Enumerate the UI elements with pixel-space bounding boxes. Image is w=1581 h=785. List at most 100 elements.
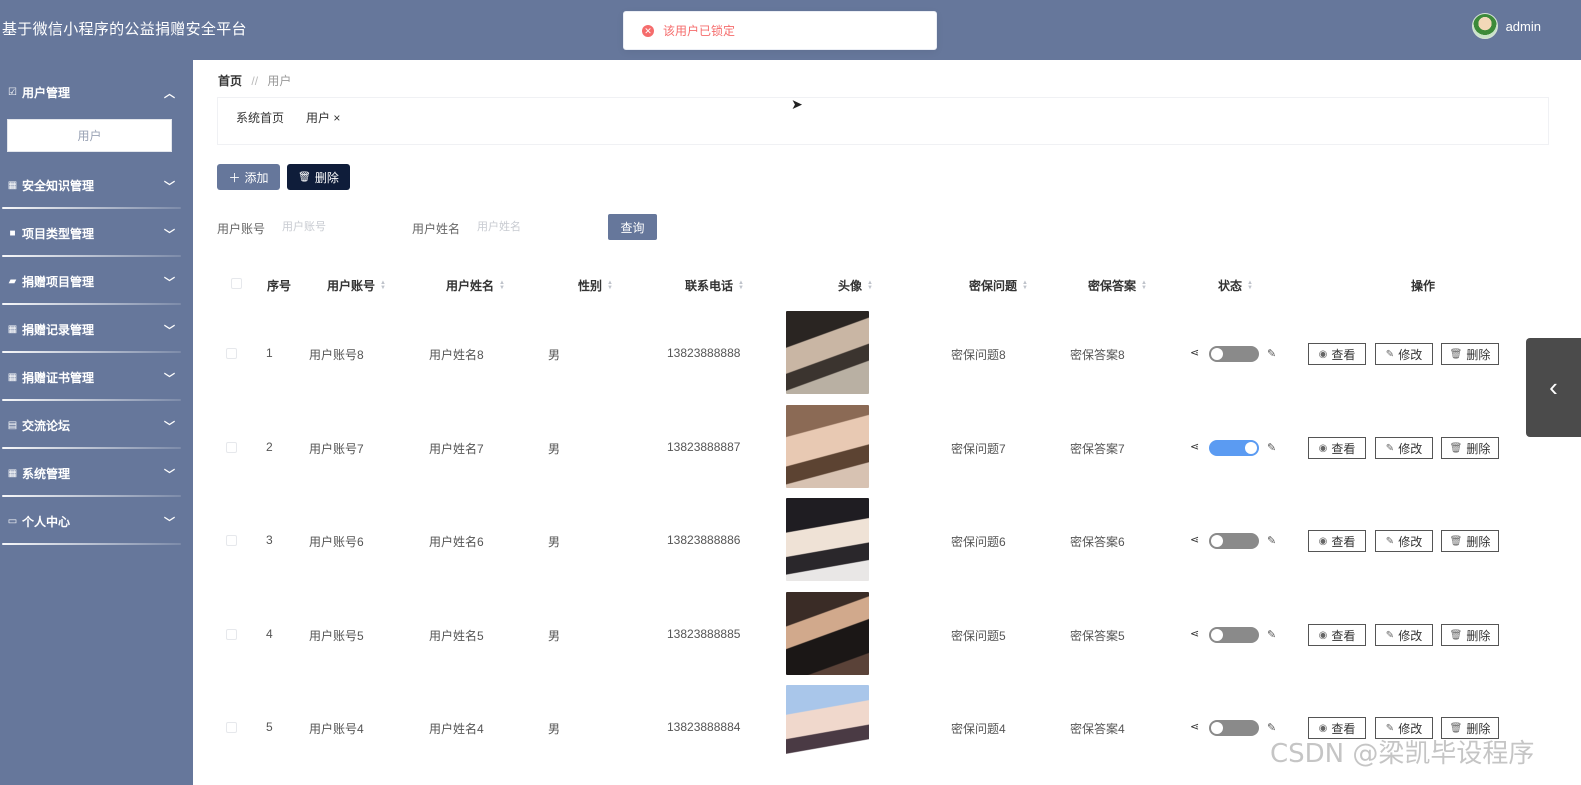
sidebar-item-user-management[interactable]: ☑ 用户管理 ︿ — [0, 68, 193, 116]
delete-button[interactable]: 🗑 删除 — [1441, 437, 1499, 459]
toggle-knob — [1211, 629, 1223, 641]
delete-button[interactable]: 🗑 删除 — [1441, 343, 1499, 365]
sidebar-item-system[interactable]: ▦ 系统管理 ﹀ — [0, 449, 193, 497]
header-label: 头像 — [838, 279, 863, 293]
row-account: 用户账号4 — [309, 722, 364, 736]
view-button-label: 查看 — [1331, 347, 1356, 362]
edit-icon: ✎ — [1385, 722, 1395, 734]
status-toggle[interactable] — [1209, 533, 1259, 549]
select-all-checkbox[interactable] — [231, 278, 242, 289]
row-gender: 男 — [548, 722, 561, 736]
breadcrumb-home[interactable]: 首页 — [218, 74, 242, 88]
sort-icon[interactable]: ▲ ▼ — [1247, 280, 1253, 291]
edit-button[interactable]: ✎ 修改 — [1375, 343, 1433, 365]
header-label: 用户账号 — [327, 279, 376, 293]
row-answer: 密保答案6 — [1070, 535, 1125, 549]
status-toggle[interactable] — [1209, 346, 1259, 362]
view-button[interactable]: ◉ 查看 — [1308, 343, 1366, 365]
sort-icon[interactable]: ▲ ▼ — [738, 280, 744, 291]
row-checkbox[interactable] — [226, 442, 237, 453]
delete-button-label: 删除 — [314, 170, 339, 185]
delete-button[interactable]: 🗑 删除 — [1441, 530, 1499, 552]
eye-icon: ◉ — [1318, 442, 1328, 454]
edit-icon: ✎ — [1385, 629, 1395, 641]
query-button[interactable]: 查询 — [608, 214, 657, 240]
sidebar-item-donation-project[interactable]: ▰ 捐赠项目管理 ﹀ — [0, 257, 193, 305]
row-checkbox[interactable] — [226, 629, 237, 640]
sort-icon[interactable]: ▲ ▼ — [380, 280, 386, 291]
chevron-down-icon: ﹀ — [164, 181, 175, 193]
avatar[interactable] — [1471, 13, 1498, 39]
row-avatar-image[interactable] — [786, 498, 869, 581]
header-account[interactable]: 用户账号 ▲ ▼ — [327, 277, 386, 294]
batch-delete-button[interactable]: 🗑 删除 — [287, 164, 350, 190]
tag-home[interactable]: 系统首页 — [236, 109, 284, 126]
sidebar-item-forum[interactable]: ▤ 交流论坛 ﹀ — [0, 401, 193, 449]
sort-icon[interactable]: ▲ ▼ — [1141, 280, 1147, 291]
account-search-input[interactable] — [282, 213, 402, 241]
header-status[interactable]: 状态 ▲ ▼ — [1218, 277, 1253, 294]
chevron-down-icon: ﹀ — [164, 373, 175, 385]
sort-icon[interactable]: ▲ ▼ — [1022, 280, 1028, 291]
name-search-input[interactable] — [477, 213, 597, 241]
header-label: 密保答案 — [1088, 279, 1137, 293]
row-account: 用户账号8 — [309, 348, 364, 362]
chevron-down-icon: ﹀ — [164, 469, 175, 481]
sidebar-item-safety-knowledge[interactable]: ▦ 安全知识管理 ﹀ — [0, 161, 193, 209]
row-avatar-image[interactable] — [786, 311, 869, 394]
row-checkbox[interactable] — [226, 348, 237, 359]
row-checkbox[interactable] — [226, 722, 237, 733]
sidebar-subitem-user[interactable]: 用户 — [7, 119, 172, 152]
header-gender[interactable]: 性别 ▲ ▼ — [578, 277, 613, 294]
sort-icon[interactable]: ▲ ▼ — [499, 280, 505, 291]
sidebar-item-personal-center[interactable]: ▭ 个人中心 ﹀ — [0, 497, 193, 545]
edit-button-label: 修改 — [1398, 534, 1423, 549]
add-button-label: 添加 — [244, 170, 269, 185]
row-avatar-image[interactable] — [786, 405, 869, 488]
status-toggle[interactable] — [1209, 627, 1259, 643]
share-icon: ⋖ — [1190, 721, 1200, 733]
user-menu[interactable]: admin — [1471, 13, 1541, 39]
header-label: 性别 — [578, 279, 603, 293]
grid-icon: ▦ — [7, 179, 18, 191]
sidebar-item-donation-certificate[interactable]: ▦ 捐赠证书管理 ﹀ — [0, 353, 193, 401]
row-gender: 男 — [548, 535, 561, 549]
row-name: 用户姓名8 — [429, 348, 484, 362]
header-avatar[interactable]: 头像 ▲ ▼ — [838, 277, 873, 294]
row-answer: 密保答案5 — [1070, 629, 1125, 643]
edit-button[interactable]: ✎ 修改 — [1375, 624, 1433, 646]
edit-button[interactable]: ✎ 修改 — [1375, 437, 1433, 459]
row-avatar-image[interactable] — [786, 685, 869, 768]
status-toggle[interactable] — [1209, 440, 1259, 456]
row-phone: 13823888887 — [667, 440, 741, 454]
edit-button[interactable]: ✎ 修改 — [1375, 530, 1433, 552]
toast-message: 该用户已锁定 — [663, 24, 736, 38]
row-question: 密保问题8 — [951, 348, 1006, 362]
side-panel-toggle[interactable]: ‹ — [1526, 338, 1581, 437]
trash-icon: 🗑 — [1449, 442, 1463, 454]
view-button[interactable]: ◉ 查看 — [1308, 437, 1366, 459]
row-checkbox[interactable] — [226, 535, 237, 546]
sidebar-item-label: 安全知识管理 — [22, 178, 95, 193]
sidebar-item-donation-record[interactable]: ▦ 捐赠记录管理 ﹀ — [0, 305, 193, 353]
row-phone: 13823888888 — [667, 346, 741, 360]
delete-button[interactable]: 🗑 删除 — [1441, 624, 1499, 646]
row-avatar-image[interactable] — [786, 592, 869, 675]
header-question[interactable]: 密保问题 ▲ ▼ — [969, 277, 1028, 294]
row-answer: 密保答案7 — [1070, 442, 1125, 456]
header-name[interactable]: 用户姓名 ▲ ▼ — [446, 277, 505, 294]
add-button[interactable]: ＋ 添加 — [217, 164, 280, 190]
tag-user[interactable]: 用户 × — [306, 109, 340, 126]
sort-icon[interactable]: ▲ ▼ — [867, 280, 873, 291]
username[interactable]: admin — [1506, 19, 1541, 34]
header-phone[interactable]: 联系电话 ▲ ▼ — [685, 277, 744, 294]
trash-icon: 🗑 — [1449, 722, 1463, 734]
view-button[interactable]: ◉ 查看 — [1308, 624, 1366, 646]
header-answer[interactable]: 密保答案 ▲ ▼ — [1088, 277, 1147, 294]
plus-icon: ＋ — [228, 170, 241, 185]
sort-icon[interactable]: ▲ ▼ — [607, 280, 613, 291]
status-toggle[interactable] — [1209, 720, 1259, 736]
row-name: 用户姓名5 — [429, 629, 484, 643]
view-button[interactable]: ◉ 查看 — [1308, 530, 1366, 552]
sidebar-item-project-type[interactable]: ■ 项目类型管理 ﹀ — [0, 209, 193, 257]
